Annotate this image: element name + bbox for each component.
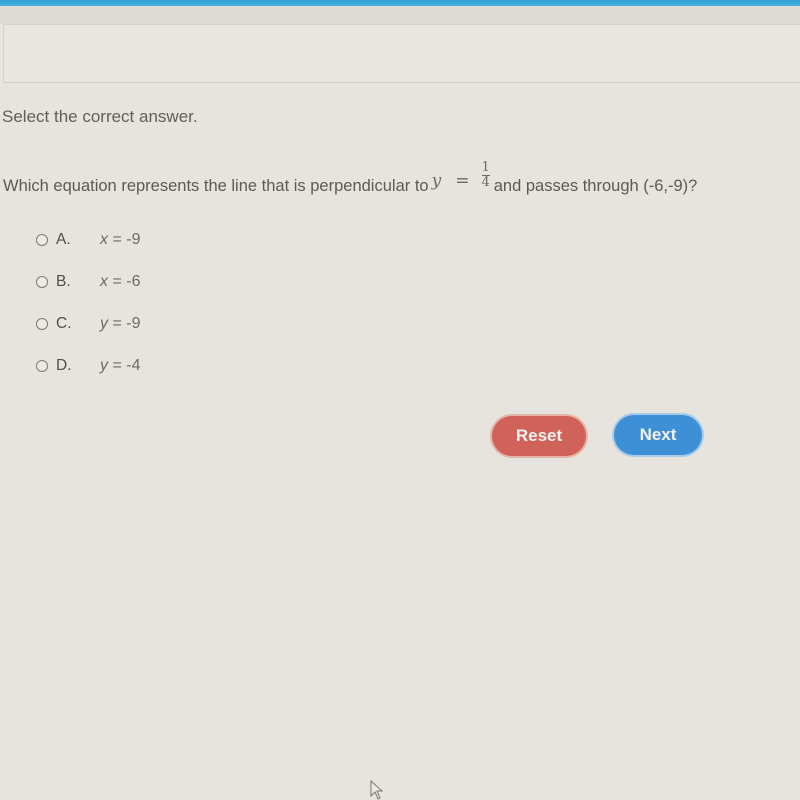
option-text: y = -4 <box>100 357 140 375</box>
option-text: x = -6 <box>100 273 140 291</box>
question-suffix: and passes through (-6,-9)? <box>493 177 698 195</box>
option-c[interactable]: C. y = -9 <box>36 303 140 345</box>
fraction-denominator: 4 <box>481 175 490 190</box>
option-value: = -9 <box>112 231 141 248</box>
mouse-pointer-icon <box>370 780 384 800</box>
option-text: x = -9 <box>100 231 140 249</box>
fraction: 1 4 <box>481 160 490 190</box>
instruction-text: Select the correct answer. <box>2 107 198 126</box>
option-variable: x <box>100 273 108 290</box>
next-button[interactable]: Next <box>614 415 702 455</box>
equation-operator: = <box>455 170 470 191</box>
header-panel <box>3 24 800 83</box>
equation: y = 1 4 <box>431 161 490 194</box>
option-letter: B. <box>56 273 71 290</box>
option-value: = -9 <box>112 315 141 332</box>
reset-button[interactable]: Reset <box>492 416 586 456</box>
option-value: = -6 <box>112 273 141 290</box>
toolbar-strip <box>0 6 800 24</box>
option-variable: y <box>100 315 108 332</box>
option-value: = -4 <box>112 357 141 374</box>
radio-button-icon[interactable] <box>36 276 48 288</box>
fraction-numerator: 1 <box>481 160 490 175</box>
option-b[interactable]: B. x = -6 <box>36 261 140 303</box>
radio-button-icon[interactable] <box>36 234 48 246</box>
question-prefix: Which equation represents the line that … <box>3 177 429 195</box>
option-variable: x <box>100 231 108 248</box>
radio-button-icon[interactable] <box>36 360 48 372</box>
option-letter: A. <box>56 231 71 248</box>
option-letter: D. <box>56 357 72 374</box>
option-text: y = -9 <box>100 315 140 333</box>
option-d[interactable]: D. y = -4 <box>36 345 140 387</box>
answer-options: A. x = -9 B. x = -6 C. y = -9 D. y = -4 <box>36 219 140 387</box>
option-letter: C. <box>56 315 72 332</box>
option-variable: y <box>100 357 108 374</box>
equation-variable: y <box>431 170 442 191</box>
question-text: Which equation represents the line that … <box>3 161 698 196</box>
option-a[interactable]: A. x = -9 <box>36 219 140 261</box>
radio-button-icon[interactable] <box>36 318 48 330</box>
